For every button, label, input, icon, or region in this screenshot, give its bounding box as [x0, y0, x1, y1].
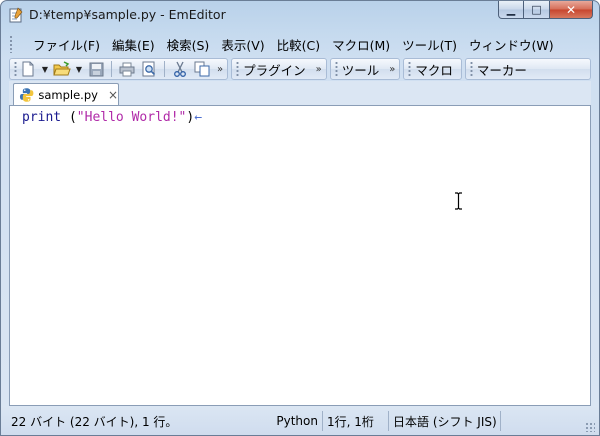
macro-toolbar-label[interactable]: マクロ: [411, 60, 459, 79]
close-button[interactable]: ✕: [550, 1, 593, 19]
open-file-dropdown[interactable]: ▼: [73, 59, 85, 79]
tools-toolbar-label[interactable]: ツール: [338, 60, 386, 79]
code-string: "Hello World!": [76, 110, 187, 125]
emeditor-window: D:¥temp¥sample.py - EmEditor ▁ □ ✕ ファイル(…: [0, 0, 600, 436]
code-keyword: print: [22, 110, 62, 125]
window-title: D:¥temp¥sample.py - EmEditor: [29, 7, 226, 22]
editor-area[interactable]: print ("Hello World!")←: [9, 105, 591, 406]
standard-toolbar-overflow[interactable]: »: [213, 64, 225, 75]
plugin-toolbar: プラグイン »: [231, 58, 327, 80]
status-bar: 22 バイト (22 バイト), 1 行。 Python 1行, 1桁 日本語 …: [1, 406, 599, 435]
title-bar[interactable]: D:¥temp¥sample.py - EmEditor ▁ □ ✕: [1, 1, 599, 29]
save-icon: [89, 62, 103, 76]
open-folder-icon: [53, 61, 71, 76]
open-file-button[interactable]: [51, 59, 73, 79]
cut-button[interactable]: [169, 59, 191, 79]
cut-icon: [174, 61, 186, 77]
print-preview-button[interactable]: [138, 59, 160, 79]
toolbar-separator: [164, 61, 165, 77]
menu-search[interactable]: 検索(S): [161, 35, 216, 54]
resize-grip[interactable]: [585, 422, 595, 432]
python-file-icon: [19, 87, 34, 102]
minimize-button[interactable]: ▁: [498, 1, 524, 19]
menu-compare[interactable]: 比較(C): [271, 35, 326, 54]
status-file-info: 22 バイト (22 バイト), 1 行。: [11, 414, 178, 429]
end-of-line-icon: ←: [194, 110, 203, 125]
status-encoding[interactable]: 日本語 (シフト JIS): [389, 411, 501, 431]
copy-button[interactable]: [191, 59, 213, 79]
new-file-icon: [22, 61, 34, 77]
macro-toolbar: マクロ: [403, 58, 462, 80]
marker-toolbar: マーカー: [464, 58, 591, 80]
toolbar-separator: [111, 61, 112, 77]
menu-view[interactable]: 表示(V): [215, 35, 270, 54]
print-icon: [119, 62, 135, 76]
status-language[interactable]: Python: [273, 411, 323, 431]
menu-edit[interactable]: 編集(E): [106, 35, 161, 54]
menu-window[interactable]: ウィンドウ(W): [463, 35, 560, 54]
print-button[interactable]: [116, 59, 138, 79]
tools-toolbar: ツール »: [329, 58, 401, 80]
toolbar: ▼ ▼ » プラグイン » ツール » マクロ マーカー: [9, 57, 591, 81]
caption-buttons: ▁ □ ✕: [498, 1, 593, 21]
tab-bar: sample.py ×: [9, 81, 591, 105]
plugin-toolbar-label[interactable]: プラグイン: [239, 60, 312, 79]
copy-icon: [194, 61, 210, 77]
notepad-icon: [9, 7, 23, 23]
text-cursor-icon: [455, 192, 462, 210]
save-button[interactable]: [85, 59, 107, 79]
menu-macro[interactable]: マクロ(M): [326, 35, 396, 54]
menu-file[interactable]: ファイル(F): [19, 35, 106, 54]
code-open-paren: (: [68, 110, 77, 125]
menu-bar-grip[interactable]: [9, 35, 13, 53]
close-icon: ✕: [565, 2, 577, 17]
standard-toolbar: ▼ ▼ »: [9, 58, 229, 80]
tab-close-icon[interactable]: ×: [108, 88, 118, 102]
maximize-button[interactable]: □: [524, 1, 550, 19]
minimize-icon: ▁: [506, 3, 516, 16]
print-preview-icon: [142, 61, 156, 77]
new-file-dropdown[interactable]: ▼: [39, 59, 51, 79]
marker-toolbar-label[interactable]: マーカー: [473, 60, 533, 79]
tab-label: sample.py: [38, 87, 98, 102]
maximize-icon: □: [531, 3, 542, 16]
plugin-toolbar-overflow[interactable]: »: [312, 64, 324, 75]
tools-toolbar-overflow[interactable]: »: [385, 64, 397, 75]
menu-tools[interactable]: ツール(T): [396, 35, 463, 54]
new-file-button[interactable]: [17, 59, 39, 79]
code-line-1[interactable]: print ("Hello World!")←: [22, 110, 202, 125]
status-cursor-position[interactable]: 1行, 1桁: [323, 411, 389, 431]
tab-sample-py[interactable]: sample.py ×: [13, 83, 119, 105]
menu-bar: ファイル(F) 編集(E) 検索(S) 表示(V) 比較(C) マクロ(M) ツ…: [9, 32, 591, 56]
